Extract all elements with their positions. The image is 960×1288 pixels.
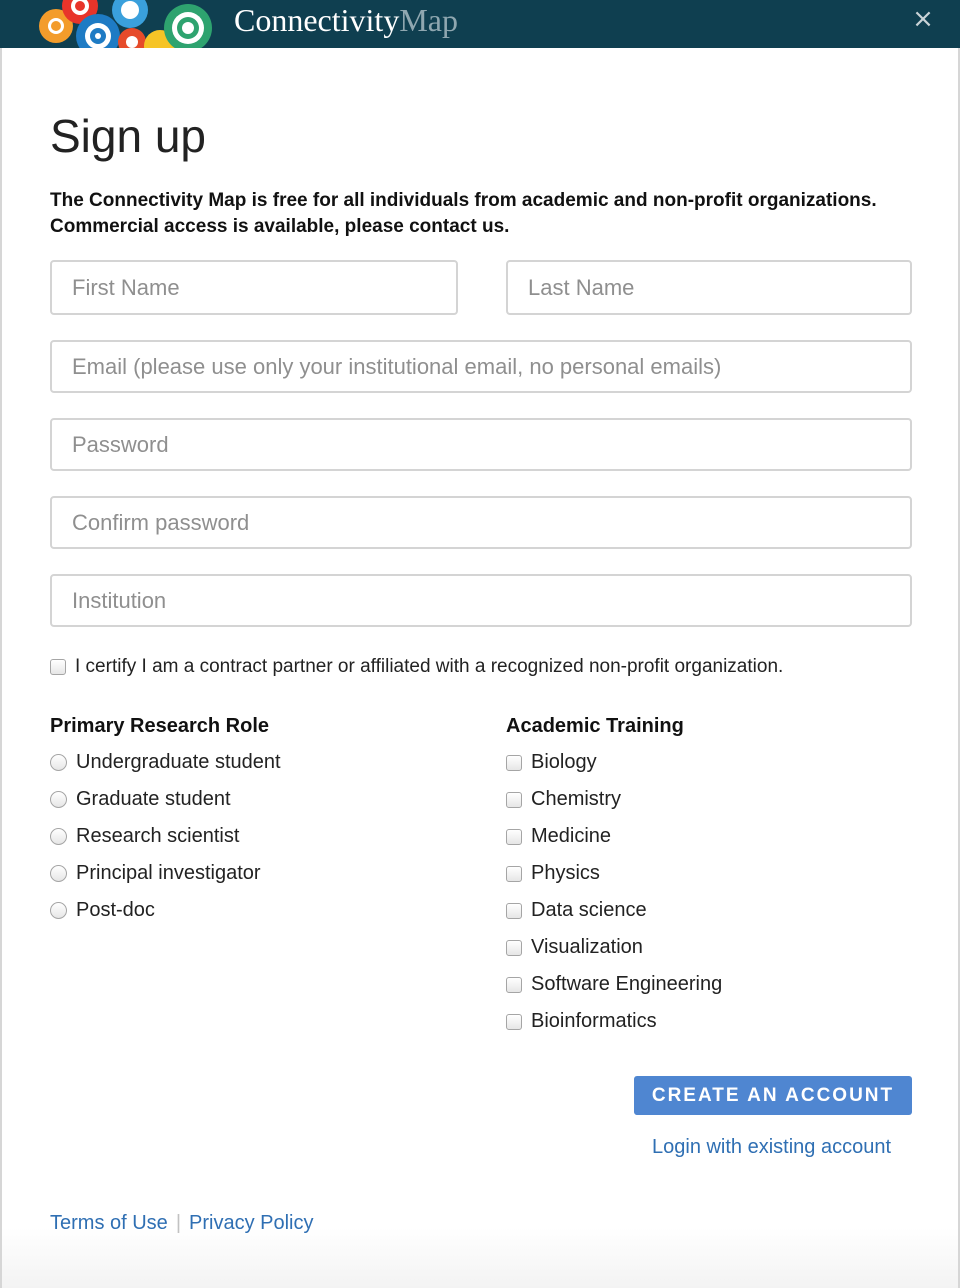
training-label: Bioinformatics [531,1010,657,1032]
research-role-title: Primary Research Role [50,715,270,737]
footer-links: Terms of Use | Privacy Policy [50,1212,314,1235]
close-icon[interactable]: × [908,4,938,34]
training-checkbox[interactable] [506,939,522,956]
training-option[interactable]: Software Engineering [506,966,722,1003]
training-checkbox[interactable] [506,791,522,808]
brand-secondary: Map [399,2,458,38]
role-option[interactable]: Undergraduate student [50,744,281,781]
privacy-policy-link[interactable]: Privacy Policy [189,1212,313,1235]
training-checkbox[interactable] [506,828,522,845]
role-option[interactable]: Principal investigator [50,855,281,892]
training-label: Chemistry [531,788,622,810]
role-label: Post-doc [76,899,155,921]
training-option[interactable]: Physics [506,855,722,892]
footer-separator: | [175,1212,182,1234]
role-radio[interactable] [50,865,67,882]
role-radio[interactable] [50,791,67,808]
role-label: Undergraduate student [76,751,281,773]
research-role-options: Undergraduate student Graduate student R… [50,744,281,929]
training-label: Physics [531,862,600,884]
certify-label: I certify I am a contract partner or aff… [75,656,784,677]
page-title: Sign up [50,110,207,162]
role-radio[interactable] [50,754,67,771]
certify-row[interactable]: I certify I am a contract partner or aff… [50,656,783,678]
training-label: Biology [531,751,597,773]
last-name-input[interactable] [506,260,912,315]
role-radio[interactable] [50,828,67,845]
training-checkbox[interactable] [506,902,522,919]
connectivity-map-logo [39,0,212,48]
brand-primary: Connectivity [234,2,400,38]
email-input[interactable] [50,340,912,393]
brand-name: ConnectivityMap [234,2,458,38]
training-checkbox[interactable] [506,754,522,771]
institution-input[interactable] [50,574,912,627]
intro-text: The Connectivity Map is free for all ind… [50,190,877,237]
role-option[interactable]: Graduate student [50,781,281,818]
role-option[interactable]: Post-doc [50,892,281,929]
certify-checkbox[interactable] [50,659,66,675]
training-option[interactable]: Visualization [506,929,722,966]
training-label: Visualization [531,936,643,958]
terms-of-use-link[interactable]: Terms of Use [50,1212,168,1235]
role-option[interactable]: Research scientist [50,818,281,855]
training-option[interactable]: Bioinformatics [506,1003,722,1040]
training-label: Medicine [531,825,612,847]
academic-training-title: Academic Training [506,715,684,737]
role-radio[interactable] [50,902,67,919]
training-option[interactable]: Biology [506,744,722,781]
create-account-button[interactable]: CREATE AN ACCOUNT [634,1076,912,1115]
training-checkbox[interactable] [506,976,522,993]
training-label: Software Engineering [531,973,723,995]
role-label: Principal investigator [76,862,261,884]
signup-modal: Sign up The Connectivity Map is free for… [0,48,960,1288]
confirm-password-input[interactable] [50,496,912,549]
role-label: Graduate student [76,788,231,810]
training-label: Data science [531,899,647,921]
training-option[interactable]: Data science [506,892,722,929]
training-option[interactable]: Medicine [506,818,722,855]
academic-training-options: Biology Chemistry Medicine Physics Data … [506,744,722,1040]
header-bar: ConnectivityMap × [0,0,960,48]
password-input[interactable] [50,418,912,471]
training-option[interactable]: Chemistry [506,781,722,818]
role-label: Research scientist [76,825,240,847]
login-existing-account-link[interactable]: Login with existing account [652,1136,891,1159]
training-checkbox[interactable] [506,1013,522,1030]
training-checkbox[interactable] [506,865,522,882]
first-name-input[interactable] [50,260,458,315]
